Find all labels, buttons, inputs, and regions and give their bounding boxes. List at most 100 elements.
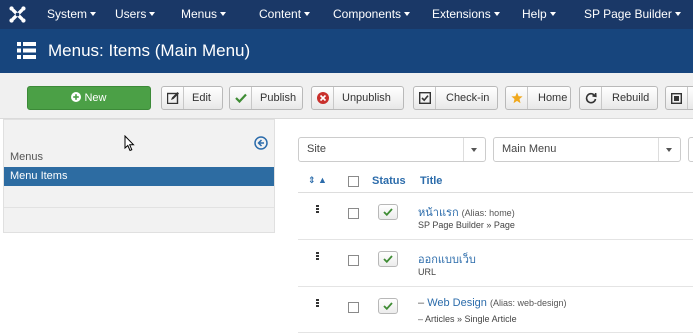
nav-label: Users [115,7,147,21]
divider [4,207,274,208]
chevron-down-icon [90,12,97,16]
rebuild-button[interactable]: Rebuild [579,86,658,110]
check-icon [383,208,393,216]
item-title-link[interactable]: หน้าแรก (Alias: home) [418,203,515,221]
level-indent: – [418,314,424,324]
nav-help[interactable]: Help [522,0,556,29]
new-label: New [84,92,107,104]
publish-label: Publish [260,92,297,104]
published-toggle[interactable] [378,204,398,220]
table-row: หน้าแรก (Alias: home) SP Page Builder » … [298,194,693,240]
home-button[interactable]: Home [505,86,571,110]
nav-label: Menus [181,7,218,21]
nav-label: Extensions [432,7,491,21]
nav-label: Components [333,7,402,21]
extra-filter-select[interactable] [688,137,693,162]
mouse-cursor-icon [124,135,135,152]
check-icon [383,302,393,310]
home-label: Home [538,92,568,104]
column-title[interactable]: Title [420,175,442,187]
ordering-sort-icon[interactable]: ⇕ ▲ [308,175,327,186]
table-header: ⇕ ▲ Status Title [298,170,693,193]
nav-label: SP Page Builder [584,7,672,21]
chevron-down-icon [493,12,500,16]
item-title-link[interactable]: ออกแบบเว็บ [418,250,476,268]
top-navbar: System Users Menus Content Components Ex… [0,0,693,29]
item-type: – Articles » Single Article [418,314,517,324]
menu-filter-value: Main Menu [502,143,557,155]
nav-menus[interactable]: Menus [181,0,227,29]
chevron-down-icon [463,138,485,161]
toolbar: New Edit Publish Unpublish Check-in Home… [0,73,693,119]
check-icon [234,93,247,103]
site-filter-value: Site [307,143,326,155]
star-icon [510,92,523,104]
item-title: หน้าแรก [418,207,459,219]
publish-button[interactable]: Publish [229,86,303,110]
more-button[interactable] [665,86,693,110]
nav-extensions[interactable]: Extensions [432,0,500,29]
page-title: Menus: Items (Main Menu) [48,41,251,60]
table-row: ออกแบบเว็บ URL [298,241,693,287]
table-row: – Web Design (Alias: web-design) – Artic… [298,288,693,333]
chevron-down-icon [404,12,411,16]
refresh-icon [585,92,597,104]
row-checkbox[interactable] [348,255,359,266]
nav-system[interactable]: System [47,0,97,29]
chevron-down-icon [304,12,311,16]
unpublish-button[interactable]: Unpublish [311,86,404,110]
rebuild-label: Rebuild [612,92,650,104]
row-checkbox[interactable] [348,208,359,219]
x-circle-icon [316,92,329,104]
item-type: URL [418,267,437,277]
item-type-text: Articles » Single Article [425,314,517,324]
nav-label: Content [259,7,302,21]
edit-button[interactable]: Edit [161,86,223,110]
chevron-down-icon [674,12,681,16]
drag-handle-icon[interactable] [316,299,319,307]
sidebar: Menus Menu Items [3,119,275,233]
joomla-logo-icon[interactable] [9,6,26,23]
list-menu-icon [17,42,36,59]
checkbox-icon [418,92,431,104]
check-icon [383,255,393,263]
plus-circle-icon [71,92,82,102]
sidebar-item-menus[interactable]: Menus [10,151,43,163]
published-toggle[interactable] [378,251,398,267]
chevron-down-icon [658,138,680,161]
item-title: ออกแบบเว็บ [418,254,476,266]
item-type: SP Page Builder » Page [418,220,515,230]
unpublish-label: Unpublish [342,92,391,104]
nav-components[interactable]: Components [333,0,411,29]
nav-sp-page-builder[interactable]: SP Page Builder [584,0,681,29]
row-checkbox[interactable] [348,302,359,313]
checkin-label: Check-in [446,92,490,104]
chevron-down-icon [220,12,227,16]
column-status[interactable]: Status [372,175,406,187]
square-icon [671,92,682,104]
item-title: Web Design [427,297,487,309]
edit-icon [166,92,179,104]
new-button[interactable]: New [27,86,151,110]
chevron-down-icon [549,12,556,16]
title-bar: Menus: Items (Main Menu) [0,29,693,73]
nav-content[interactable]: Content [259,0,311,29]
collapse-sidebar-icon[interactable] [254,136,268,150]
edit-label: Edit [192,92,211,104]
item-title-link[interactable]: – Web Design (Alias: web-design) [418,297,567,309]
published-toggle[interactable] [378,298,398,314]
site-filter-select[interactable]: Site [298,137,486,162]
level-indent: – [418,297,425,309]
item-alias: (Alias: home) [461,208,515,218]
nav-users[interactable]: Users [115,0,156,29]
select-all-checkbox[interactable] [348,176,359,187]
sidebar-item-menu-items[interactable]: Menu Items [4,167,274,186]
chevron-down-icon [149,12,156,16]
checkin-button[interactable]: Check-in [413,86,498,110]
nav-label: System [47,7,88,21]
menu-filter-select[interactable]: Main Menu [493,137,681,162]
item-alias: (Alias: web-design) [489,298,567,308]
drag-handle-icon[interactable] [316,252,319,260]
nav-label: Help [522,7,547,21]
drag-handle-icon[interactable] [316,205,319,213]
